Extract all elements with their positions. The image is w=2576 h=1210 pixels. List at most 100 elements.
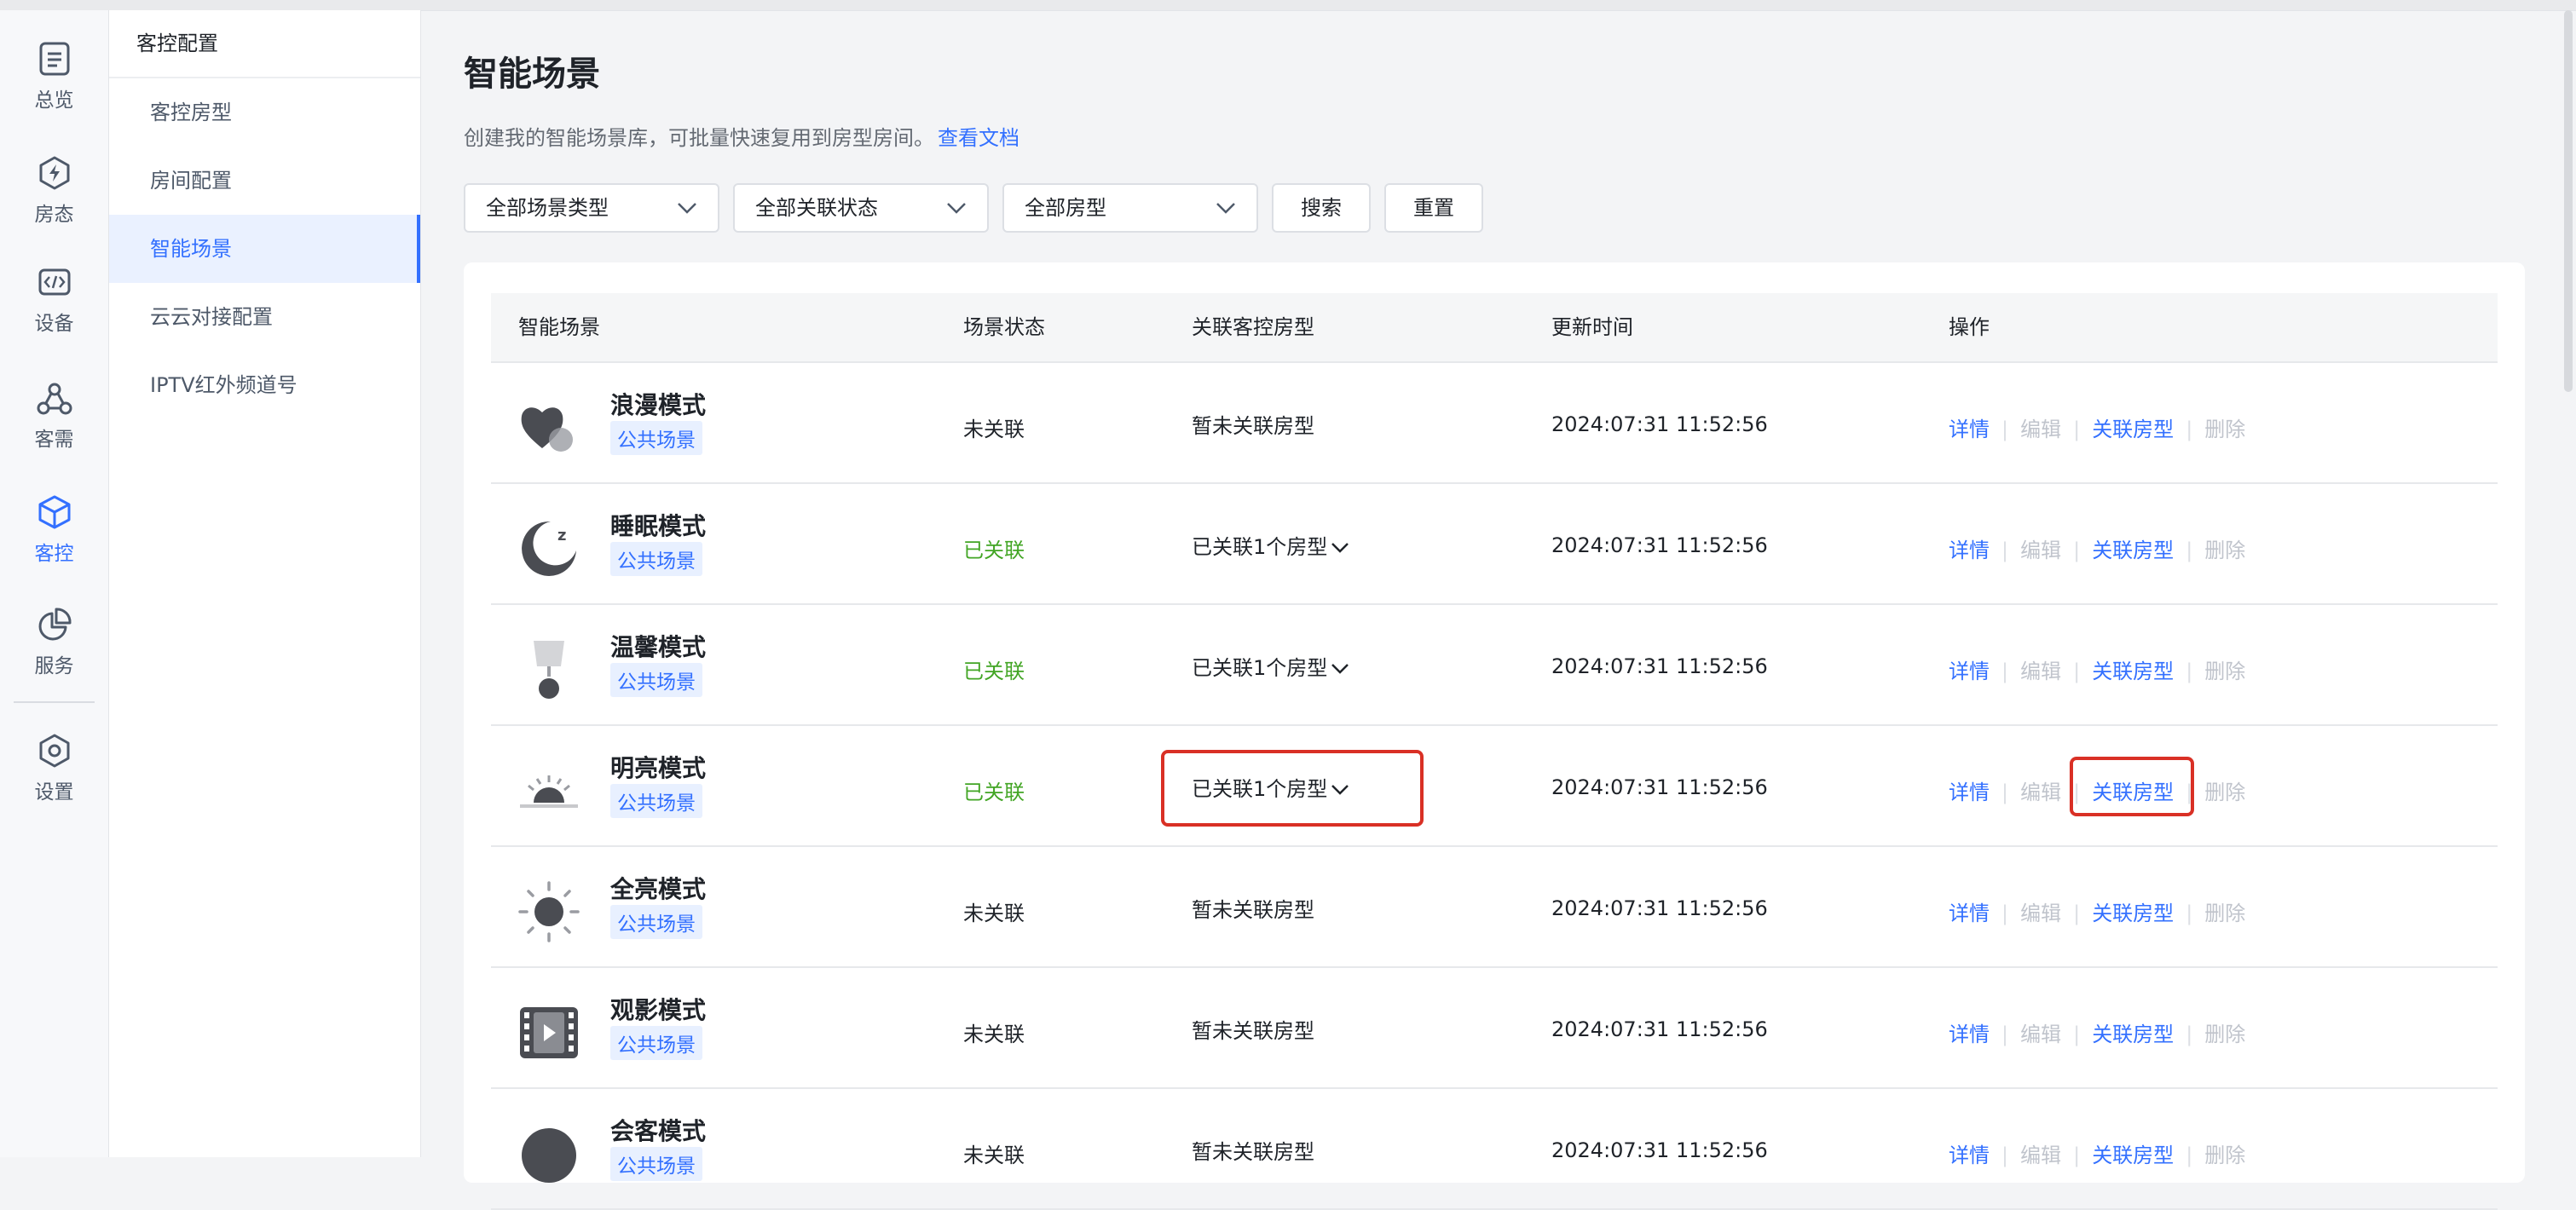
edit-link[interactable]: 编辑 bbox=[2020, 1023, 2061, 1046]
scene-status: 未关联 bbox=[963, 902, 1025, 925]
room-type-select[interactable]: 全部房型 bbox=[1002, 183, 1258, 233]
delete-link[interactable]: 删除 bbox=[2204, 1144, 2245, 1167]
row-actions: 详情 | 编辑 | 关联房型 | 删除 bbox=[1949, 1144, 2246, 1167]
edit-link[interactable]: 编辑 bbox=[2020, 902, 2061, 925]
scene-status: 未关联 bbox=[963, 1144, 1025, 1167]
link-room-type-link[interactable]: 关联房型 bbox=[2092, 902, 2174, 925]
scene-status: 未关联 bbox=[963, 1023, 1025, 1046]
room-type-value: 全部房型 bbox=[1025, 196, 1106, 220]
nav-guest-control[interactable]: 客控 bbox=[0, 494, 108, 596]
edit-link[interactable]: 编辑 bbox=[2020, 418, 2061, 441]
scene-name: 明亮模式 bbox=[610, 754, 707, 782]
link-room-type-link[interactable]: 关联房型 bbox=[2092, 660, 2174, 683]
sunrise-icon bbox=[520, 775, 578, 808]
scene-name: 温馨模式 bbox=[610, 633, 707, 661]
scene-status: 已关联 bbox=[963, 539, 1025, 562]
link-room-type-link[interactable]: 关联房型 bbox=[2092, 539, 2174, 562]
delete-link[interactable]: 删除 bbox=[2204, 660, 2245, 683]
subnav-item-smart-scenes[interactable]: 智能场景 bbox=[109, 215, 420, 283]
scene-name: 会客模式 bbox=[610, 1117, 707, 1145]
delete-link[interactable]: 删除 bbox=[2204, 781, 2245, 804]
header-scene: 智能场景 bbox=[518, 315, 600, 339]
delete-link[interactable]: 删除 bbox=[2204, 539, 2245, 562]
scene-tag: 公共场景 bbox=[610, 542, 702, 576]
updated-time: 2024:07:31 11:52:56 bbox=[1551, 1017, 1768, 1041]
nav-room-status[interactable]: 房态 bbox=[0, 155, 108, 257]
code-icon bbox=[38, 268, 70, 296]
updated-time: 2024:07:31 11:52:56 bbox=[1551, 412, 1768, 436]
svg-text:z: z bbox=[557, 527, 566, 544]
bolt-hexagon-icon bbox=[39, 156, 69, 190]
linked-room-type-dropdown[interactable]: 已关联1个房型 bbox=[1192, 530, 1349, 560]
header-linked-room-type: 关联客控房型 bbox=[1192, 315, 1314, 339]
chevron-down-icon bbox=[1216, 203, 1235, 214]
subnav-item-iptv[interactable]: IPTV红外频道号 bbox=[109, 351, 420, 419]
link-room-type-link[interactable]: 关联房型 bbox=[2092, 1023, 2174, 1046]
detail-link[interactable]: 详情 bbox=[1949, 539, 1990, 562]
edit-link[interactable]: 编辑 bbox=[2020, 1144, 2061, 1167]
nav-settings[interactable]: 设置 bbox=[0, 733, 108, 835]
nav-guest-needs-label: 客需 bbox=[34, 429, 74, 451]
reset-button[interactable]: 重置 bbox=[1384, 183, 1483, 233]
scene-tag: 公共场景 bbox=[610, 663, 702, 697]
table-header: 智能场景 场景状态 关联客控房型 更新时间 操作 bbox=[491, 293, 2498, 363]
updated-time: 2024:07:31 11:52:56 bbox=[1551, 654, 1768, 678]
nav-room-status-label: 房态 bbox=[34, 204, 74, 226]
subnav-item-cloud-integration[interactable]: 云云对接配置 bbox=[109, 283, 420, 351]
detail-link[interactable]: 详情 bbox=[1949, 660, 1990, 683]
search-button[interactable]: 搜索 bbox=[1272, 183, 1371, 233]
chevron-down-icon bbox=[1331, 664, 1349, 674]
delete-link[interactable]: 删除 bbox=[2204, 1023, 2245, 1046]
linked-room-type: 暂未关联房型 bbox=[1192, 414, 1314, 438]
table-row: 浪漫模式 公共场景 未关联 暂未关联房型 2024:07:31 11:52:56… bbox=[491, 363, 2498, 484]
scene-name: 浪漫模式 bbox=[610, 391, 707, 419]
highlight-box-linked-room-type bbox=[1161, 750, 1424, 827]
link-room-type-link[interactable]: 关联房型 bbox=[2092, 418, 2174, 441]
nav-services[interactable]: 服务 bbox=[0, 607, 108, 709]
detail-link[interactable]: 详情 bbox=[1949, 902, 1990, 925]
updated-time: 2024:07:31 11:52:56 bbox=[1551, 896, 1768, 920]
delete-link[interactable]: 删除 bbox=[2204, 418, 2245, 441]
detail-link[interactable]: 详情 bbox=[1949, 781, 1990, 804]
primary-nav-rail: 总览 房态 设备 客需 客控 服务 设置 bbox=[0, 10, 109, 1157]
edit-link[interactable]: 编辑 bbox=[2020, 781, 2061, 804]
updated-time: 2024:07:31 11:52:56 bbox=[1551, 775, 1768, 799]
nav-services-label: 服务 bbox=[34, 655, 74, 677]
delete-link[interactable]: 删除 bbox=[2204, 902, 2245, 925]
subnav-item-room-types[interactable]: 客控房型 bbox=[109, 78, 420, 147]
subnav-item-room-config[interactable]: 房间配置 bbox=[109, 147, 420, 215]
nav-overview[interactable]: 总览 bbox=[0, 41, 108, 143]
edit-link[interactable]: 编辑 bbox=[2020, 539, 2061, 562]
page-title: 智能场景 bbox=[464, 55, 600, 94]
linked-room-type: 已关联1个房型 bbox=[1192, 656, 1328, 680]
scene-tag: 公共场景 bbox=[610, 784, 702, 818]
pie-chart-icon bbox=[38, 608, 72, 641]
link-status-select[interactable]: 全部关联状态 bbox=[733, 183, 989, 233]
table-row: 明亮模式 公共场景 已关联 已关联1个房型 2024:07:31 11:52:5… bbox=[491, 726, 2498, 847]
view-docs-link[interactable]: 查看文档 bbox=[938, 126, 1019, 150]
link-room-type-link[interactable]: 关联房型 bbox=[2092, 1144, 2174, 1167]
row-actions: 详情 | 编辑 | 关联房型 | 删除 bbox=[1949, 418, 2246, 441]
header-actions: 操作 bbox=[1949, 315, 1990, 339]
detail-link[interactable]: 详情 bbox=[1949, 1144, 1990, 1167]
row-actions: 详情 | 编辑 | 关联房型 | 删除 bbox=[1949, 539, 2246, 562]
edit-link[interactable]: 编辑 bbox=[2020, 660, 2061, 683]
vertical-scrollbar[interactable] bbox=[2564, 10, 2573, 392]
linked-room-type: 暂未关联房型 bbox=[1192, 898, 1314, 922]
detail-link[interactable]: 详情 bbox=[1949, 1023, 1990, 1046]
chevron-down-icon bbox=[678, 203, 696, 214]
nav-guest-needs[interactable]: 客需 bbox=[0, 382, 108, 484]
table-row: 全亮模式 公共场景 未关联 暂未关联房型 2024:07:31 11:52:56… bbox=[491, 847, 2498, 968]
table-row: 观影模式 公共场景 未关联 暂未关联房型 2024:07:31 11:52:56… bbox=[491, 968, 2498, 1089]
row-actions: 详情 | 编辑 | 关联房型 | 删除 bbox=[1949, 660, 2246, 683]
rail-divider bbox=[14, 701, 95, 703]
nav-devices[interactable]: 设备 bbox=[0, 268, 108, 370]
moon-icon: z bbox=[522, 521, 576, 576]
scene-name: 观影模式 bbox=[610, 996, 707, 1024]
chevron-down-icon bbox=[947, 203, 966, 214]
linked-room-type-dropdown[interactable]: 已关联1个房型 bbox=[1192, 651, 1349, 681]
guest-icon bbox=[522, 1128, 576, 1183]
scene-type-select[interactable]: 全部场景类型 bbox=[464, 183, 719, 233]
detail-link[interactable]: 详情 bbox=[1949, 418, 1990, 441]
scene-name: 睡眠模式 bbox=[610, 512, 707, 540]
